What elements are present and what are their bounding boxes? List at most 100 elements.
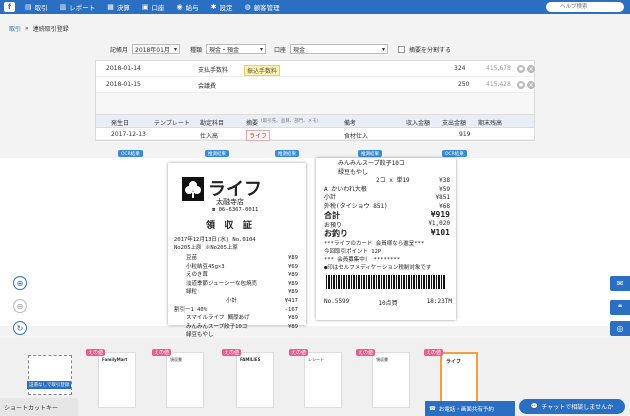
col-date: 発生日 [111, 120, 130, 127]
phone-icon: ☎ [429, 405, 436, 412]
receipt-note: *** 会員募集中！ ******** [324, 257, 401, 263]
filter-form: 記帳月 2018年01月 ▾ 種類 現金・預金 ▾ 口座 現金 ▾ 摘要を分割する [110, 44, 451, 54]
entry-subject[interactable]: 仕入高 [200, 131, 218, 140]
evidence-badge: えの値 [86, 349, 106, 356]
row-date: 2018-01-14 [106, 65, 141, 72]
col-expense: 支出金額 [442, 120, 467, 127]
receipt-line: スマイルライフ 鯛厚あげ ¥89 [186, 315, 298, 322]
col-memo: 摘要 [246, 120, 259, 127]
zoom-out-icon[interactable]: ⊖ [13, 299, 27, 313]
close-icon[interactable]: × [527, 65, 535, 73]
evidence-badge: えの値 [222, 349, 242, 356]
phone-support-button[interactable]: ☎ お電話・画面共有予約 [425, 401, 515, 416]
breadcrumb-separator: » [25, 25, 29, 32]
receipt-line: 豆苗 ¥89 [186, 255, 298, 261]
comment-icon[interactable]: ❝ [610, 300, 630, 315]
row-subject: 支払手数料 [198, 67, 229, 74]
close-icon[interactable]: × [527, 81, 535, 89]
receipt-line: 2コ x 単19 ¥38 [376, 177, 450, 185]
chevron-down-icon: ▾ [260, 45, 264, 53]
split-memo-label: 摘要を分割する [409, 46, 452, 54]
nav-label: 設定 [219, 4, 233, 12]
evidence-thumbnail[interactable]: レシート [304, 352, 342, 408]
receipt-viewer[interactable]: ライフ 太融寺店 ☎ 06-6367-0011 領 収 証 2017年12月13… [0, 158, 630, 338]
nav-item-closing[interactable]: ▦ 決算 [101, 0, 136, 14]
nav-label: 決算 [116, 4, 130, 12]
nav-label: 給与 [185, 4, 199, 12]
receipt-line: 小計 ¥851 [324, 194, 450, 202]
nav-item-payroll[interactable]: ◉ 給与 [171, 0, 205, 14]
top-navigation-bar: f ▤取引 ▥レポート ▦決算 ▣口座 ◉給与 ✱設定 ◍顧客管理 ⌕ [0, 0, 630, 14]
receipt-line: 緑豆もやし [338, 168, 369, 176]
row-balance: 415,428 [486, 81, 511, 88]
evidence-badge: えの値 [356, 349, 376, 356]
receipt-line: みんみんスープ餃子10コ ¥89 [186, 323, 298, 330]
evidence-thumbnail[interactable]: FamilyMart [98, 352, 136, 408]
entry-note[interactable]: 食材仕入 [344, 131, 368, 140]
col-subject: 勘定科目 [200, 120, 225, 127]
account-select[interactable]: 現金 ▾ [290, 44, 389, 54]
receipt-line: 割引ー1 40% -167 [174, 306, 298, 313]
entry-expense[interactable]: 919 [459, 131, 470, 138]
row-amount: 250 [458, 81, 470, 88]
receipt-line: 小粒納豆45g×3 ¥69 [186, 263, 298, 270]
table-spacer [96, 93, 534, 115]
col-memo-hint: (取引先、品目、部門、メモ) [261, 119, 319, 124]
receipt-line: みんみんスープ餃子10コ [338, 160, 405, 167]
no-evidence-box[interactable] [28, 355, 72, 395]
nav-label: 口座 [151, 4, 165, 12]
receipt-line: 淡道季節ジューシーな包焼売 ¥89 [186, 280, 298, 287]
nav-label: レポート [69, 4, 96, 12]
receipt-line: 緑粒 ¥89 [186, 289, 298, 296]
nav-label: 顧客管理 [253, 4, 280, 12]
help-search-input[interactable] [546, 2, 624, 12]
evidence-thumbnail-selected[interactable]: ライフ [440, 352, 478, 408]
evidence-thumbnail[interactable]: 領収書 [372, 352, 410, 408]
period-select[interactable]: 2018年01月 ▾ [132, 44, 181, 54]
chevron-down-icon: ▾ [382, 45, 386, 53]
split-memo-checkbox[interactable] [398, 45, 406, 53]
receipt-line: えのき茸 ¥89 [186, 272, 298, 279]
type-label: 種類 [190, 46, 203, 54]
rotate-icon[interactable]: ↻ [13, 321, 27, 335]
register-without-evidence-label[interactable]: 証憑なしで取引登録 [27, 381, 72, 389]
nav-item-reports[interactable]: ▥ レポート [54, 0, 102, 14]
col-template: テンプレート [154, 120, 190, 127]
receipt-image-right: みんみんスープ餃子10コ 緑豆もやし 2コ x 単19 ¥38 A かいわれ大根 ¥… [316, 158, 456, 320]
entry-partner-tag[interactable]: ライフ [246, 130, 271, 141]
page-title: 連続取引登録 [32, 26, 69, 33]
table-row[interactable]: 2018-01-15 会議費 250 415,428 ✱ × [96, 77, 535, 93]
chevron-down-icon: ▾ [174, 45, 178, 53]
evidence-thumbnail[interactable]: 領収書 [166, 352, 204, 408]
gear-icon[interactable]: ✱ [517, 81, 525, 89]
table-row[interactable]: 2018-01-14 支払手数料 振込手数料 324 415,678 ✱ × [96, 61, 535, 77]
gear-icon[interactable]: ✱ [517, 65, 525, 73]
receipt-title: 領 収 証 [206, 221, 254, 231]
inference-badge: 推測結果 [358, 150, 382, 157]
nav-item-settings[interactable]: ✱ 設定 [205, 0, 239, 14]
row-tag[interactable]: 振込手数料 [244, 65, 281, 76]
chat-bubble-icon[interactable]: ✉ [610, 276, 630, 291]
store-tel: ☎ 06-6367-0011 [212, 207, 259, 213]
evidence-badge: えの値 [152, 349, 172, 356]
app-logo[interactable]: f [4, 2, 15, 12]
nav-item-accounts[interactable]: ▣ 口座 [136, 0, 171, 14]
period-value: 2018年01月 [135, 46, 170, 54]
receipt-change: お釣り ¥101 [324, 228, 450, 238]
shortcut-key-tab[interactable]: ショートカットキー [0, 398, 78, 416]
type-select[interactable]: 現金・預金 ▾ [206, 44, 267, 54]
nav-item-customers[interactable]: ◍ 顧客管理 [238, 0, 285, 14]
hide-icon[interactable]: ◎ [610, 321, 630, 336]
breadcrumb-link-transactions[interactable]: 取引 [9, 24, 21, 33]
zoom-in-icon[interactable]: ⊕ [13, 276, 27, 290]
row-amount: 324 [454, 65, 466, 72]
transaction-table: 2018-01-14 支払手数料 振込手数料 324 415,678 ✱ × 2… [95, 60, 535, 141]
entry-date[interactable]: 2017-12-13 [111, 131, 146, 138]
receipt-notes: ***ライフのカード 会員様なら進呈*** 今回取引ポイント 12P *** 会… [324, 240, 452, 272]
evidence-badge: えの値 [424, 349, 444, 356]
entry-row[interactable]: 2017-12-13 仕入高 ライフ 食材仕入 919 [96, 128, 534, 141]
chat-consult-button[interactable]: 💬 チャットで相談しませんか [519, 399, 625, 414]
bank-icon: ▣ [141, 3, 149, 11]
nav-item-transactions[interactable]: ▤ 取引 [19, 0, 54, 14]
evidence-thumbnail[interactable]: FAMILIES [236, 352, 274, 408]
